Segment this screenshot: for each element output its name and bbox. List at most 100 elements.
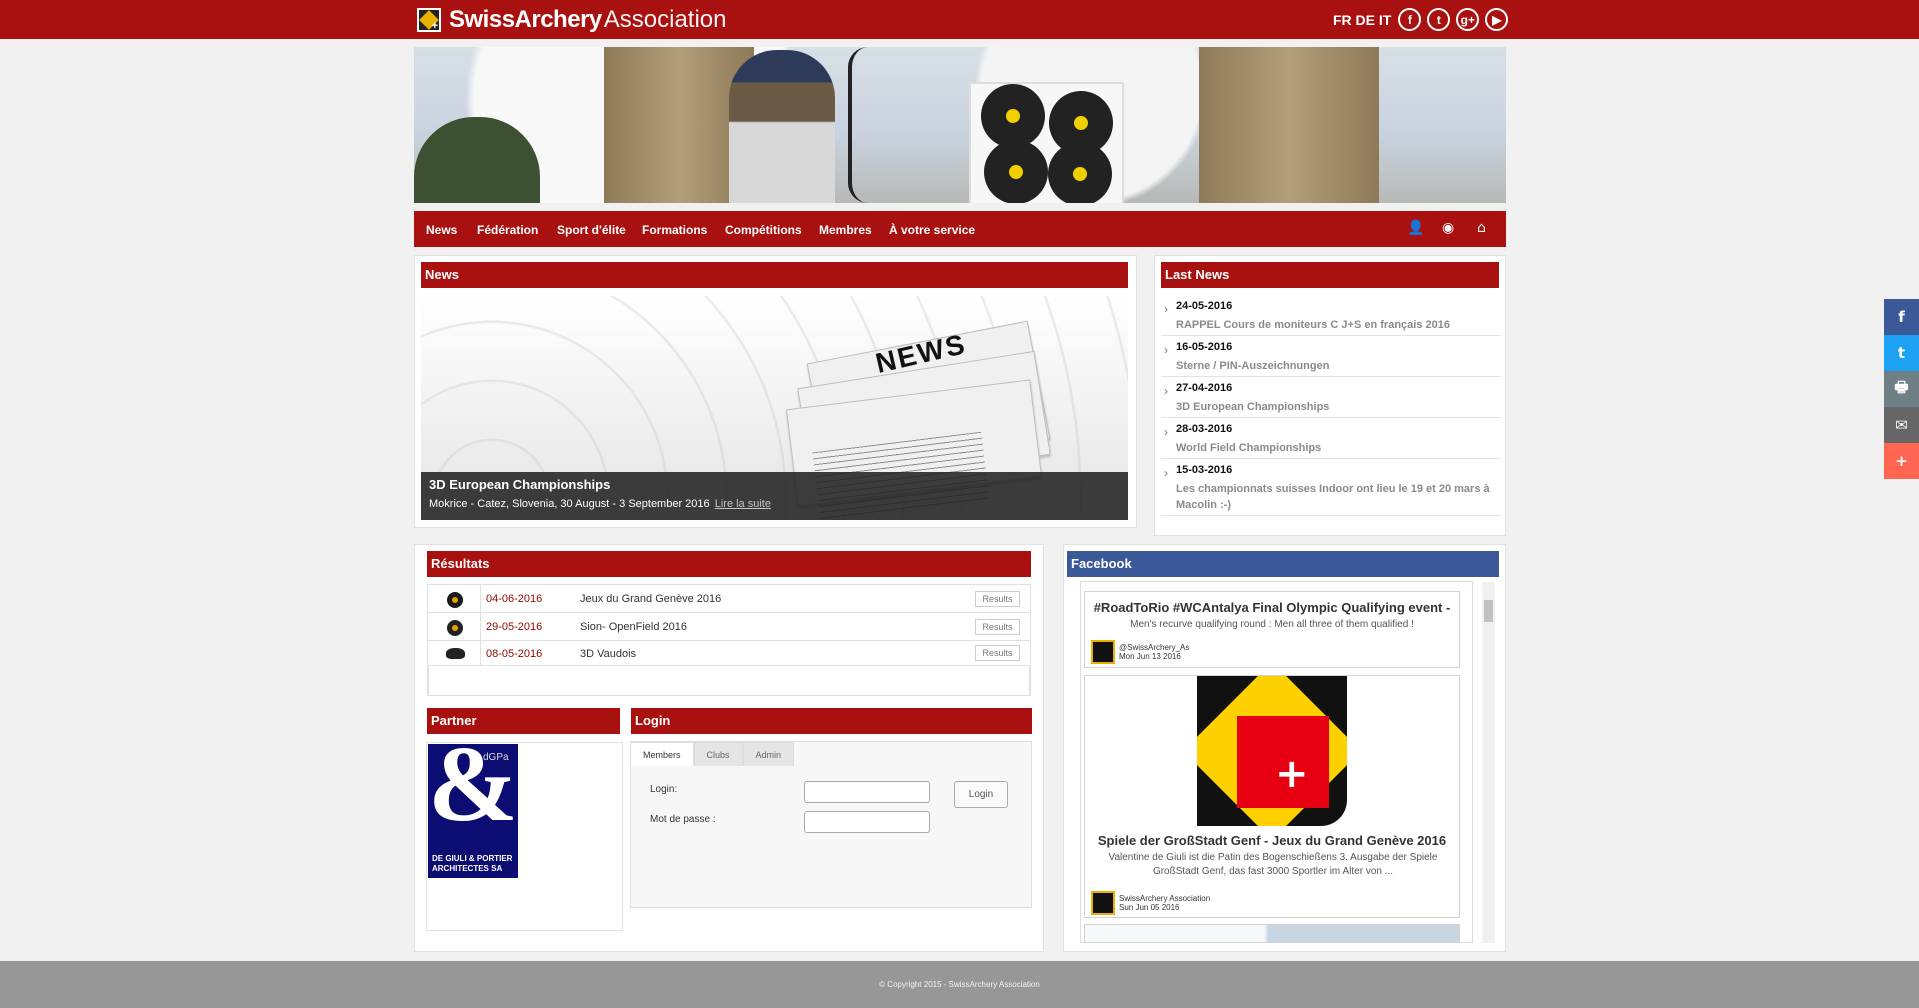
result-event: 3D Vaudois <box>580 648 637 660</box>
nav-federation[interactable]: Fédération <box>477 223 538 237</box>
facebook-scrollbar[interactable] <box>1482 582 1495 943</box>
facebook-post-title[interactable]: #RoadToRio #WCAntalya Final Olympic Qual… <box>1085 600 1459 615</box>
partner-title: Partner <box>427 708 620 734</box>
facebook-date: Mon Jun 13 2016 <box>1119 652 1181 661</box>
facebook-author: @SwissArchery_As <box>1119 643 1190 652</box>
facebook-post-author: SwissArchery Association Sun Jun 05 2016 <box>1091 891 1210 915</box>
globe-icon[interactable]: ◉ <box>1442 220 1454 236</box>
results-table: 04-06-2016 Jeux du Grand Genève 2016 Res… <box>427 584 1031 696</box>
site-logo[interactable]: SwissArchery Association <box>417 5 727 35</box>
news-date: 24-05-2016 <box>1176 300 1233 312</box>
news-link[interactable]: Les championnats suisses Indoor ont lieu… <box>1176 481 1501 513</box>
news-link[interactable]: RAPPEL Cours de moniteurs C J+S en franç… <box>1176 317 1501 333</box>
news-date: 28-03-2016 <box>1176 423 1233 435</box>
animal-target-icon-cell <box>428 641 481 665</box>
result-event: Sion- OpenField 2016 <box>580 621 688 633</box>
home-icon[interactable]: ⌂ <box>1477 220 1486 236</box>
hero-banner-image <box>414 47 1506 203</box>
list-item[interactable]: 16-05-2016 Sterne / PIN-Auszeichnungen <box>1161 336 1501 377</box>
results-button[interactable]: Results <box>975 619 1020 635</box>
news-link[interactable]: 3D European Championships <box>1176 399 1501 415</box>
list-item[interactable]: 28-03-2016 World Field Championships <box>1161 418 1501 459</box>
table-row[interactable]: 08-05-2016 3D Vaudois Results <box>428 641 1030 666</box>
footer: © Copyright 2015 - SwissArchery Associat… <box>0 961 1919 1008</box>
facebook-post-author: @SwissArchery_As Mon Jun 13 2016 <box>1091 640 1189 664</box>
password-input[interactable] <box>804 811 930 833</box>
swissarchery-badge-icon: + <box>1197 676 1347 826</box>
top-header <box>0 0 1919 39</box>
results-title: Résultats <box>427 551 1031 577</box>
facebook-post-meta: @SwissArchery_As Mon Jun 13 2016 <box>1119 643 1189 661</box>
result-date: 04-06-2016 <box>486 593 543 605</box>
facebook-post-meta: SwissArchery Association Sun Jun 05 2016 <box>1119 894 1210 912</box>
news-date: 15-03-2016 <box>1176 464 1233 476</box>
target-icon-cell <box>428 613 481 640</box>
copyright-text: © Copyright 2015 - SwissArchery Associat… <box>879 980 1040 989</box>
more-share-icon[interactable]: + <box>1884 443 1919 479</box>
nav-news[interactable]: News <box>426 223 457 237</box>
facebook-title: Facebook <box>1067 551 1499 577</box>
tab-members[interactable]: Members <box>630 742 694 766</box>
news-date: 16-05-2016 <box>1176 341 1233 353</box>
results-button[interactable]: Results <box>975 591 1020 607</box>
login-input[interactable] <box>804 781 930 803</box>
list-item[interactable]: 27-04-2016 3D European Championships <box>1161 377 1501 418</box>
print-icon[interactable]: 🖶 <box>1884 371 1919 407</box>
nav-formations[interactable]: Formations <box>642 223 707 237</box>
nav-elite-sport[interactable]: Sport d'élite <box>557 223 626 237</box>
google-plus-icon[interactable]: g+ <box>1456 8 1480 31</box>
news-link[interactable]: World Field Championships <box>1176 440 1501 456</box>
youtube-icon[interactable]: ▶ <box>1485 8 1509 31</box>
facebook-post-title[interactable]: Spiele der GroßStadt Genf - Jeux du Gran… <box>1085 833 1459 848</box>
facebook-post[interactable]: #RoadToRio #WCAntalya Final Olympic Qual… <box>1084 591 1460 668</box>
read-more-link[interactable]: Lire la suite <box>715 498 771 510</box>
target-icon <box>447 592 463 608</box>
featured-news-description: Mokrice - Catez, Slovenia, 30 August - 3… <box>429 498 710 510</box>
nav-members[interactable]: Membres <box>819 223 872 237</box>
language-social-links: FR DE IT f t g+ ▶ <box>1333 8 1509 31</box>
target-icon-cell <box>428 585 481 612</box>
result-date: 29-05-2016 <box>486 621 543 633</box>
tab-clubs[interactable]: Clubs <box>693 742 743 766</box>
swiss-cross-icon: + <box>1275 751 1309 797</box>
user-icon[interactable]: 👤 <box>1407 220 1424 236</box>
twitter-share-icon[interactable]: t <box>1884 335 1919 371</box>
result-date: 08-05-2016 <box>486 648 543 660</box>
facebook-date: Sun Jun 05 2016 <box>1119 903 1180 912</box>
last-news-title: Last News <box>1161 262 1499 288</box>
target-icon <box>984 140 1048 203</box>
login-title: Login <box>631 708 1032 734</box>
featured-news-title[interactable]: 3D European Championships <box>429 477 1120 492</box>
featured-news-text: Mokrice - Catez, Slovenia, 30 August - 3… <box>429 498 1120 510</box>
twitter-icon[interactable]: t <box>1427 8 1451 31</box>
target-icon <box>1048 142 1112 203</box>
last-news-list: 24-05-2016 RAPPEL Cours de moniteurs C J… <box>1161 295 1501 516</box>
facebook-post-preview[interactable] <box>1084 924 1460 943</box>
login-button[interactable]: Login <box>954 781 1008 808</box>
partner-box: & dGPa DE GIULI & PORTIER ARCHITECTES SA <box>426 742 623 931</box>
archer-figure <box>729 50 835 203</box>
facebook-share-icon[interactable]: f <box>1884 299 1919 335</box>
nav-competitions[interactable]: Compétitions <box>725 223 802 237</box>
list-item[interactable]: 24-05-2016 RAPPEL Cours de moniteurs C J… <box>1161 295 1501 336</box>
table-footer-space <box>428 666 1030 696</box>
target-icon <box>447 620 463 636</box>
scroll-thumb[interactable] <box>1484 600 1493 622</box>
target-icon <box>981 84 1045 148</box>
partner-logo[interactable]: & dGPa DE GIULI & PORTIER ARCHITECTES SA <box>428 744 518 878</box>
results-button[interactable]: Results <box>975 645 1020 661</box>
language-switcher[interactable]: FR DE IT <box>1333 12 1391 28</box>
avatar <box>1091 891 1115 915</box>
facebook-post-text: Men's recurve qualifying round : Men all… <box>1130 619 1414 630</box>
archery-logo-icon <box>417 8 441 32</box>
email-icon[interactable]: ✉ <box>1884 407 1919 443</box>
nav-services[interactable]: À votre service <box>889 223 975 237</box>
tab-admin[interactable]: Admin <box>742 742 795 766</box>
table-row[interactable]: 04-06-2016 Jeux du Grand Genève 2016 Res… <box>428 585 1030 613</box>
list-item[interactable]: 15-03-2016 Les championnats suisses Indo… <box>1161 459 1501 516</box>
featured-news-caption: 3D European Championships Mokrice - Cate… <box>421 472 1128 520</box>
partner-logo-bottom: DE GIULI & PORTIER ARCHITECTES SA <box>432 854 512 874</box>
facebook-icon[interactable]: f <box>1398 8 1422 31</box>
news-link[interactable]: Sterne / PIN-Auszeichnungen <box>1176 358 1501 374</box>
table-row[interactable]: 29-05-2016 Sion- OpenField 2016 Results <box>428 613 1030 641</box>
